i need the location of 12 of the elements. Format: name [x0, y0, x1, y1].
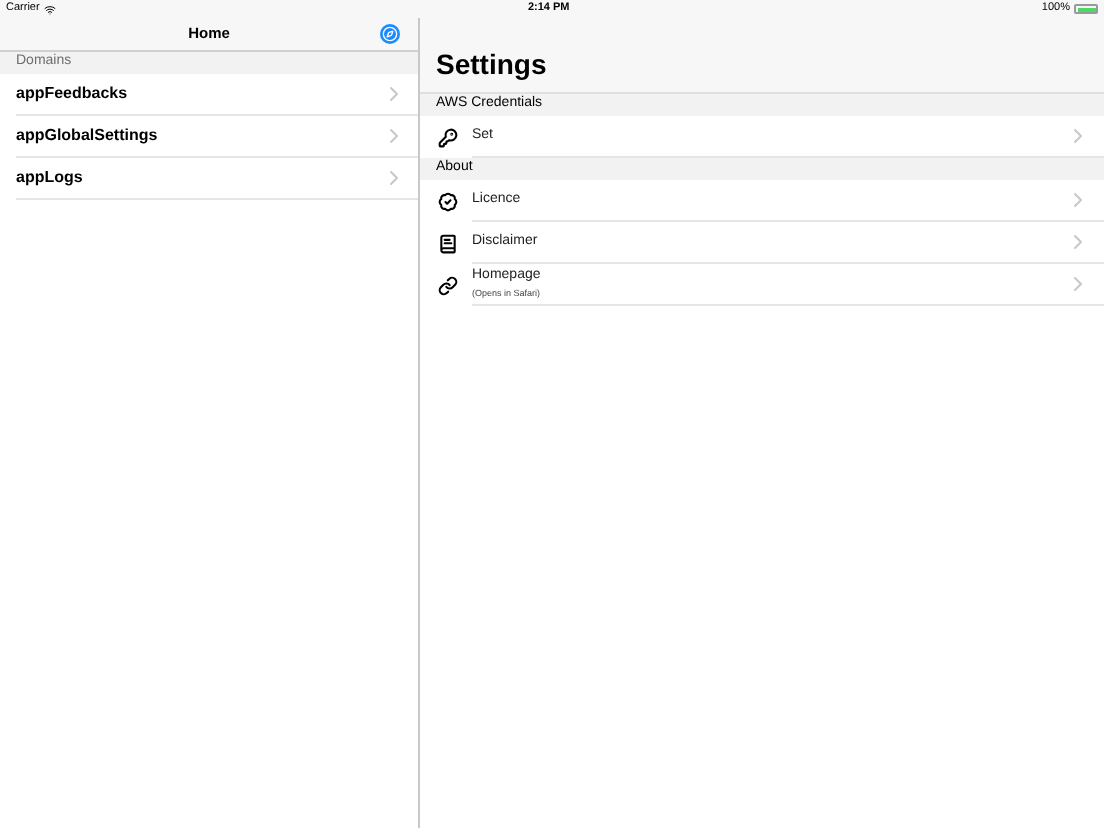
compass-button[interactable]: [380, 24, 400, 44]
compass-icon: [382, 26, 398, 42]
check-badge-icon: [438, 191, 458, 211]
domain-row[interactable]: appFeedbacks: [16, 74, 418, 116]
key-icon: [438, 127, 458, 147]
page-title: Settings: [436, 46, 547, 84]
link-icon: [438, 275, 458, 295]
battery-icon: [1074, 4, 1098, 14]
wifi-icon: [43, 3, 56, 15]
book-icon: [438, 233, 458, 253]
domain-row[interactable]: appGlobalSettings: [16, 116, 418, 158]
domain-row[interactable]: appLogs: [16, 158, 418, 200]
